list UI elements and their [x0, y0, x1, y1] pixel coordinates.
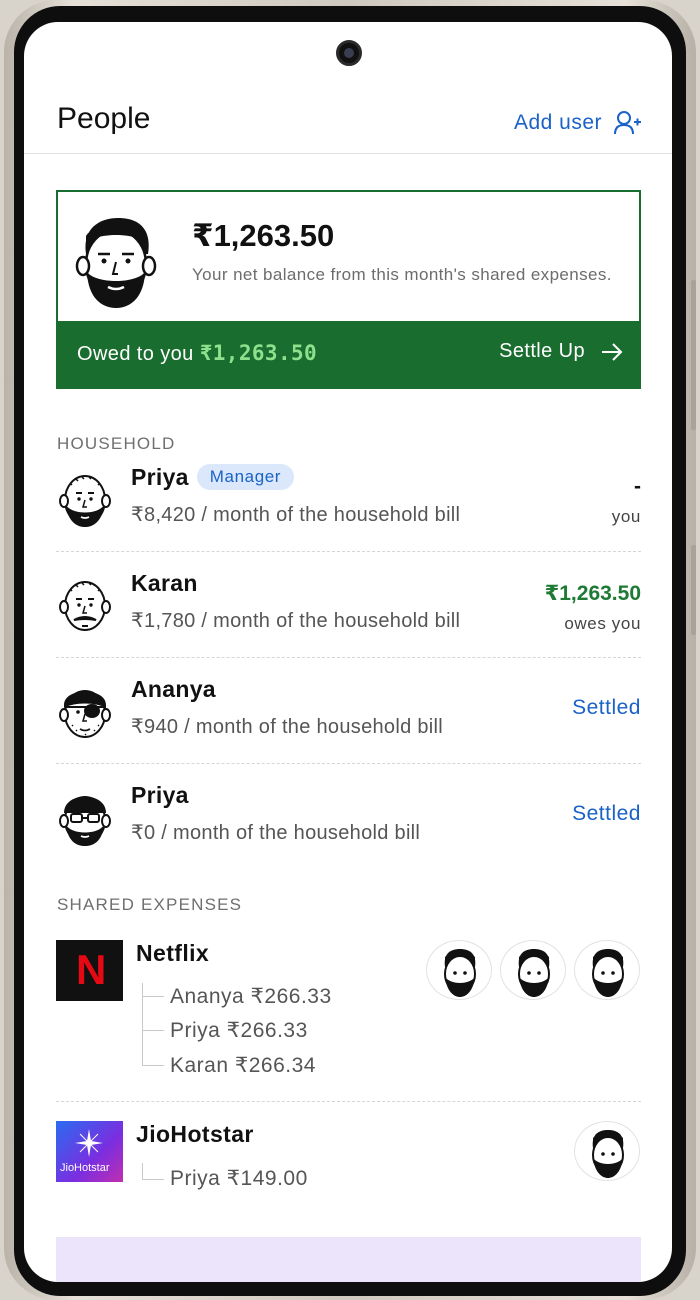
member-name: Priya Manager — [131, 464, 295, 491]
member-name-text: Priya — [131, 464, 189, 490]
member-balance-sub: owes you — [564, 614, 641, 633]
tree-branch — [142, 1065, 164, 1066]
member-avatar — [59, 581, 111, 631]
member-balance-sub: you — [611, 507, 641, 526]
household-member-row[interactable]: Karan ₹1,780 / month of the household bi… — [56, 553, 641, 658]
net-balance-amount: ₹1,263.50 — [192, 218, 335, 253]
balance-summary: ₹1,263.50 Your net balance from this mon… — [58, 192, 639, 323]
star-icon — [75, 1129, 103, 1157]
user-avatar — [75, 218, 157, 308]
netflix-logo-letter: N — [76, 946, 107, 993]
netflix-logo: N — [56, 940, 123, 1001]
owed-amount: ₹1,263.50 — [199, 341, 318, 365]
member-bill: ₹1,780 / month of the household bill — [131, 610, 461, 632]
member-bill: ₹8,420 / month of the household bill — [131, 504, 461, 526]
net-balance-description: Your net balance from this month's share… — [192, 265, 612, 284]
household-member-row[interactable]: Priya Manager ₹8,420 / month of the house… — [56, 447, 641, 552]
member-amount: ₹1,263.50 — [544, 582, 641, 605]
owed-bar: Owed to you ₹1,263.50 Settle Up — [58, 321, 639, 387]
add-user-label: Add user — [513, 111, 602, 134]
split-item: Priya ₹266.33 — [170, 1019, 308, 1042]
member-balance: Settled — [572, 696, 641, 720]
settle-up-label: Settle Up — [499, 340, 585, 362]
member-amount: - — [634, 475, 641, 498]
power-button — [691, 545, 696, 635]
expense-row-jiohotstar[interactable]: JioHotstar JioHotstar Priya ₹149.00 — [56, 1121, 641, 1201]
manager-badge: Manager — [196, 464, 295, 490]
tree-branch — [142, 1179, 164, 1180]
volume-button — [691, 280, 696, 430]
member-balance: - you — [612, 475, 641, 527]
tree-branch — [142, 996, 164, 997]
member-name: Ananya — [131, 676, 216, 702]
member-name: Karan — [131, 570, 198, 596]
household-member-row[interactable]: Priya ₹0 / month of the household bill S… — [56, 765, 641, 870]
member-avatar — [59, 796, 111, 846]
expense-name: JioHotstar — [136, 1121, 254, 1147]
shared-expenses-section-label: SHARED EXPENSES — [57, 895, 243, 914]
participant-avatar — [500, 940, 566, 1000]
split-item: Priya ₹149.00 — [170, 1167, 308, 1190]
participant-avatar — [426, 940, 492, 1000]
settled-status: Settled — [572, 696, 641, 719]
member-bill: ₹940 / month of the household bill — [131, 716, 444, 738]
expense-row-netflix[interactable]: N Netflix Ananya ₹266.33 Priya ₹266.33 K… — [56, 940, 641, 1090]
split-item: Karan ₹266.34 — [170, 1054, 316, 1077]
member-name: Priya — [131, 782, 189, 808]
add-user-button[interactable]: Add user — [514, 110, 642, 136]
split-item: Ananya ₹266.33 — [170, 985, 332, 1008]
front-camera — [336, 40, 362, 66]
settle-up-button[interactable]: Settle Up — [499, 340, 623, 363]
participant-avatar — [574, 1121, 640, 1181]
owed-label: Owed to you — [77, 343, 194, 365]
member-balance: ₹1,263.50 owes you — [545, 581, 641, 634]
expense-divider — [56, 1101, 641, 1102]
expense-name: Netflix — [136, 940, 210, 966]
bottom-banner — [56, 1237, 641, 1282]
member-avatar — [59, 690, 111, 738]
page-title: People — [57, 102, 151, 135]
net-balance-card: ₹1,263.50 Your net balance from this mon… — [56, 190, 641, 389]
member-avatar — [59, 475, 111, 527]
settled-status: Settled — [572, 802, 641, 825]
tree-line — [142, 1163, 143, 1179]
add-person-icon — [614, 111, 641, 135]
tree-branch — [142, 1030, 164, 1031]
app-screen: People Add user ₹1,263.50 Your net balan… — [24, 22, 672, 1282]
jiohotstar-logo-text: JioHotstar — [60, 1162, 110, 1174]
jiohotstar-logo: JioHotstar — [56, 1121, 123, 1182]
owed-summary: Owed to you ₹1,263.50 — [77, 341, 317, 366]
member-bill: ₹0 / month of the household bill — [131, 822, 421, 844]
app-header: People Add user — [24, 92, 672, 154]
participant-avatar — [574, 940, 640, 1000]
household-member-row[interactable]: Ananya ₹940 / month of the household bil… — [56, 659, 641, 764]
member-balance: Settled — [572, 802, 641, 826]
arrow-right-icon — [602, 342, 623, 361]
